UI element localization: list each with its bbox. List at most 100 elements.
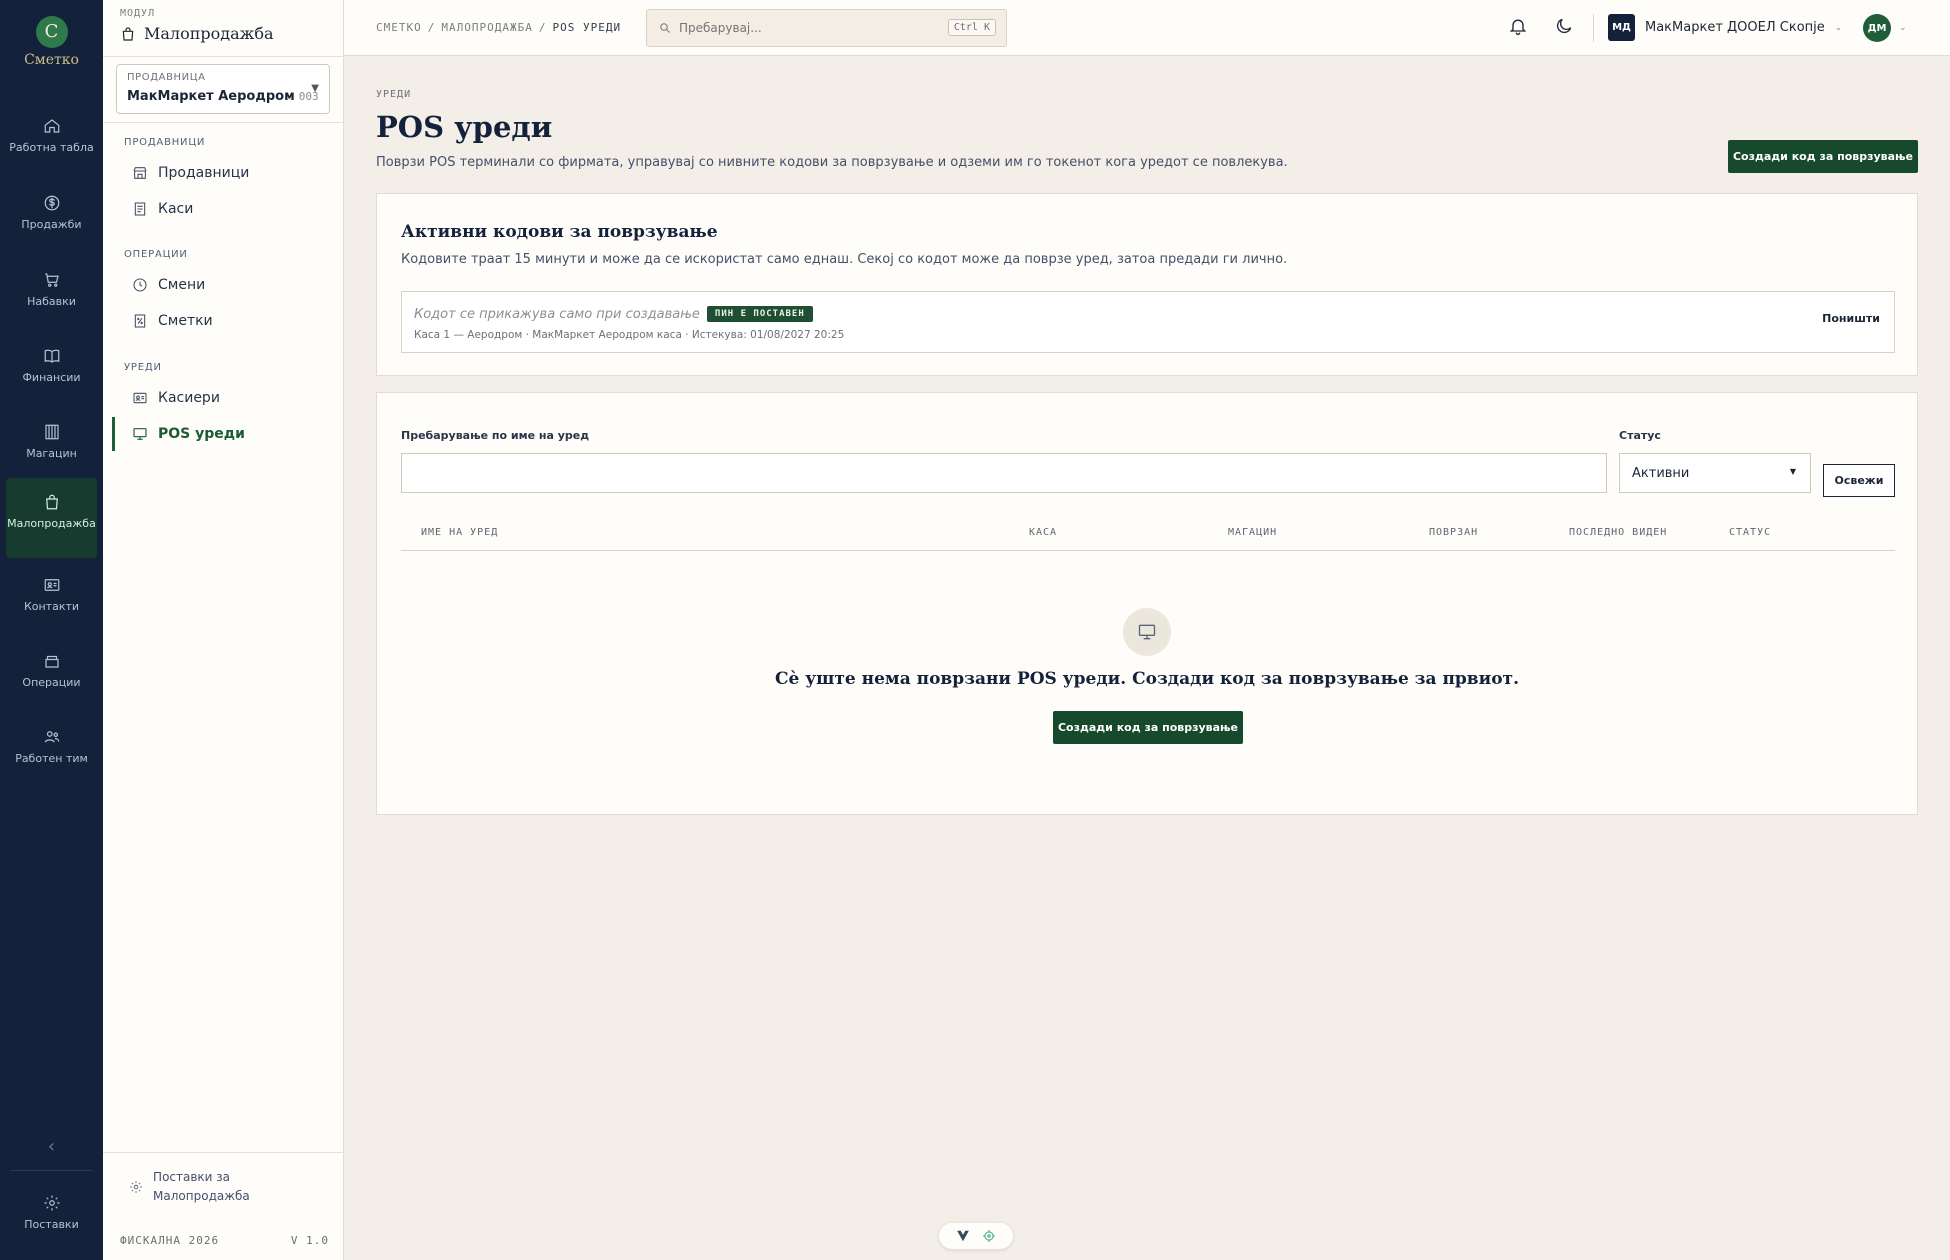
sidebar-item-label: Смени — [158, 277, 206, 293]
chevron-down-icon: ▼ — [311, 83, 319, 94]
page-eyebrow: УРЕДИ — [376, 89, 412, 100]
divider — [103, 1152, 344, 1153]
user-menu[interactable]: ДМ ⌄ — [1863, 14, 1907, 42]
column-header-register[interactable]: КАСА — [1029, 527, 1057, 538]
theme-toggle-button[interactable] — [1554, 16, 1574, 40]
home-icon — [44, 119, 59, 133]
rail-item-label: Операции — [22, 676, 81, 689]
module-title: Малопродажба — [120, 24, 274, 43]
column-header-paired[interactable]: ПОВРЗАН — [1429, 527, 1478, 538]
create-pairing-code-button[interactable]: Создади код за поврзување — [1728, 140, 1918, 173]
status-filter-select[interactable]: Активни ▼ — [1619, 453, 1811, 493]
sidebar-item-label: Касиери — [158, 390, 220, 406]
search-icon — [660, 23, 670, 33]
sidebar-item-stores[interactable]: Продавници — [112, 156, 335, 190]
fiscal-year-label: ФИСКАЛНА 2026 — [120, 1234, 220, 1247]
rail-item-contacts[interactable]: Контакти — [6, 566, 97, 638]
warehouse-icon — [44, 424, 59, 440]
search-input[interactable] — [679, 21, 929, 35]
column-header-last-seen[interactable]: ПОСЛЕДНО ВИДЕН — [1569, 527, 1667, 538]
notifications-button[interactable] — [1508, 16, 1528, 40]
breadcrumb-separator: / — [427, 21, 436, 34]
refresh-button[interactable]: Освежи — [1823, 464, 1895, 497]
moon-icon — [1556, 18, 1572, 34]
sidebar-item-cashiers[interactable]: Касиери — [112, 381, 335, 415]
divider — [103, 56, 344, 57]
rail-item-retail[interactable]: Малопродажба — [6, 478, 97, 558]
device-search-label: Пребарување по име на уред — [401, 429, 590, 442]
retail-settings-link[interactable]: Поставки за Малопродажба — [129, 1168, 309, 1206]
empty-state-create-button[interactable]: Создади код за поврзување — [1053, 711, 1243, 744]
rail-divider — [10, 1170, 93, 1171]
page-subtitle: Поврзи POS терминали со фирмата, управув… — [376, 155, 1288, 170]
status-filter-label: Статус — [1619, 429, 1661, 442]
devices-table-header: ИМЕ НА УРЕД КАСА МАГАЦИН ПОВРЗАН ПОСЛЕДН… — [401, 527, 1895, 551]
rail-item-team[interactable]: Работен тим — [6, 718, 97, 790]
brand-logo[interactable]: С Сметко — [0, 16, 103, 68]
column-header-device-name[interactable]: ИМЕ НА УРЕД — [421, 527, 498, 538]
dollar-icon — [44, 195, 59, 211]
code-hidden-text: Кодот се прикажува само при создавање — [414, 306, 700, 322]
sidebar-item-label: Сметки — [158, 313, 213, 329]
brand-mark: С — [35, 16, 68, 48]
retail-settings-label: Поставки за Малопродажба — [153, 1170, 250, 1203]
sidebar-item-pos-devices[interactable]: POS уреди — [112, 417, 335, 451]
sidebar-item-shifts[interactable]: Смени — [112, 268, 335, 302]
store-name: МакМаркет Аеродром — [127, 89, 295, 104]
sidebar-footer: ФИСКАЛНА 2026 V 1.0 — [120, 1234, 329, 1247]
active-codes-title: Активни кодови за поврзување — [401, 222, 718, 242]
sidebar-item-label: Каси — [158, 201, 194, 217]
rail-item-label: Контакти — [23, 600, 80, 613]
bill-percent-icon — [134, 314, 146, 328]
breadcrumb: СМЕТКО / МАЛОПРОДАЖБА / POS УРЕДИ — [376, 21, 621, 34]
bell-icon — [1509, 19, 1527, 35]
sidebar-item-bills[interactable]: Сметки — [112, 304, 335, 338]
nav-group-label: ПРОДАВНИЦИ — [124, 137, 206, 148]
global-search[interactable]: Ctrl K — [646, 9, 1007, 47]
breadcrumb-item[interactable]: МАЛОПРОДАЖБА — [441, 21, 532, 34]
rail-item-label: Магацин — [26, 447, 77, 460]
store-selector-caption: ПРОДАВНИЦА — [127, 72, 206, 83]
organization-name: МакМаркет ДООЕЛ Скопје — [1645, 20, 1825, 35]
avatar: ДМ — [1863, 14, 1891, 42]
divider — [1593, 14, 1594, 42]
rail-item-purchases[interactable]: Набавки — [6, 261, 97, 333]
app-rail: С Сметко Работна табла Продажби Набавки … — [0, 0, 103, 1260]
pairing-code-row: Кодот се прикажува само при создавање ПИ… — [401, 291, 1895, 353]
rail-item-sales[interactable]: Продажби — [6, 184, 97, 256]
module-caption: МОДУЛ — [120, 8, 156, 19]
nav-group-label: ОПЕРАЦИИ — [124, 249, 188, 260]
monitor-icon — [133, 428, 147, 440]
active-codes-card: Активни кодови за поврзување Кодовите тр… — [376, 193, 1918, 376]
divider — [103, 122, 344, 123]
rail-item-operations[interactable]: Операции — [6, 642, 97, 714]
organization-switcher[interactable]: МД МакМаркет ДООЕЛ Скопје ⌄ — [1608, 14, 1842, 41]
breadcrumb-item[interactable]: СМЕТКО — [376, 21, 422, 34]
module-sidebar: МОДУЛ Малопродажба ПРОДАВНИЦА МакМаркет … — [103, 0, 344, 1260]
collapse-rail-button[interactable]: ‹ — [0, 1136, 103, 1157]
version-label: V 1.0 — [290, 1234, 329, 1247]
nav-group-label: УРЕДИ — [124, 362, 162, 373]
rail-item-dashboard[interactable]: Работна табла — [6, 107, 97, 179]
rail-item-finance[interactable]: Финансии — [6, 337, 97, 409]
vue-logo-icon — [957, 1230, 969, 1242]
devtools-pill[interactable] — [939, 1223, 1013, 1249]
device-search-input[interactable] — [401, 453, 1607, 493]
chevron-down-icon: ⌄ — [1899, 23, 1907, 33]
rail-item-label: Работен тим — [15, 752, 88, 765]
receipt-icon — [134, 202, 146, 216]
rail-item-settings[interactable]: Поставки — [6, 1184, 97, 1256]
monitor-icon — [1138, 624, 1156, 640]
breadcrumb-separator: / — [538, 21, 547, 34]
column-header-status[interactable]: СТАТУС — [1729, 527, 1771, 538]
rail-item-warehouse[interactable]: Магацин — [6, 413, 97, 485]
rail-item-label: Работна табла — [9, 141, 94, 154]
sidebar-item-registers[interactable]: Каси — [112, 192, 335, 226]
store-selector[interactable]: ПРОДАВНИЦА МакМаркет Аеродром 003 ▼ — [116, 64, 330, 114]
team-icon — [44, 731, 59, 743]
gear-icon — [44, 1195, 59, 1211]
contact-card-icon — [44, 579, 59, 591]
empty-state-icon-wrap — [1123, 608, 1171, 656]
cancel-code-button[interactable]: Поништи — [1822, 312, 1880, 325]
column-header-warehouse[interactable]: МАГАЦИН — [1228, 527, 1277, 538]
